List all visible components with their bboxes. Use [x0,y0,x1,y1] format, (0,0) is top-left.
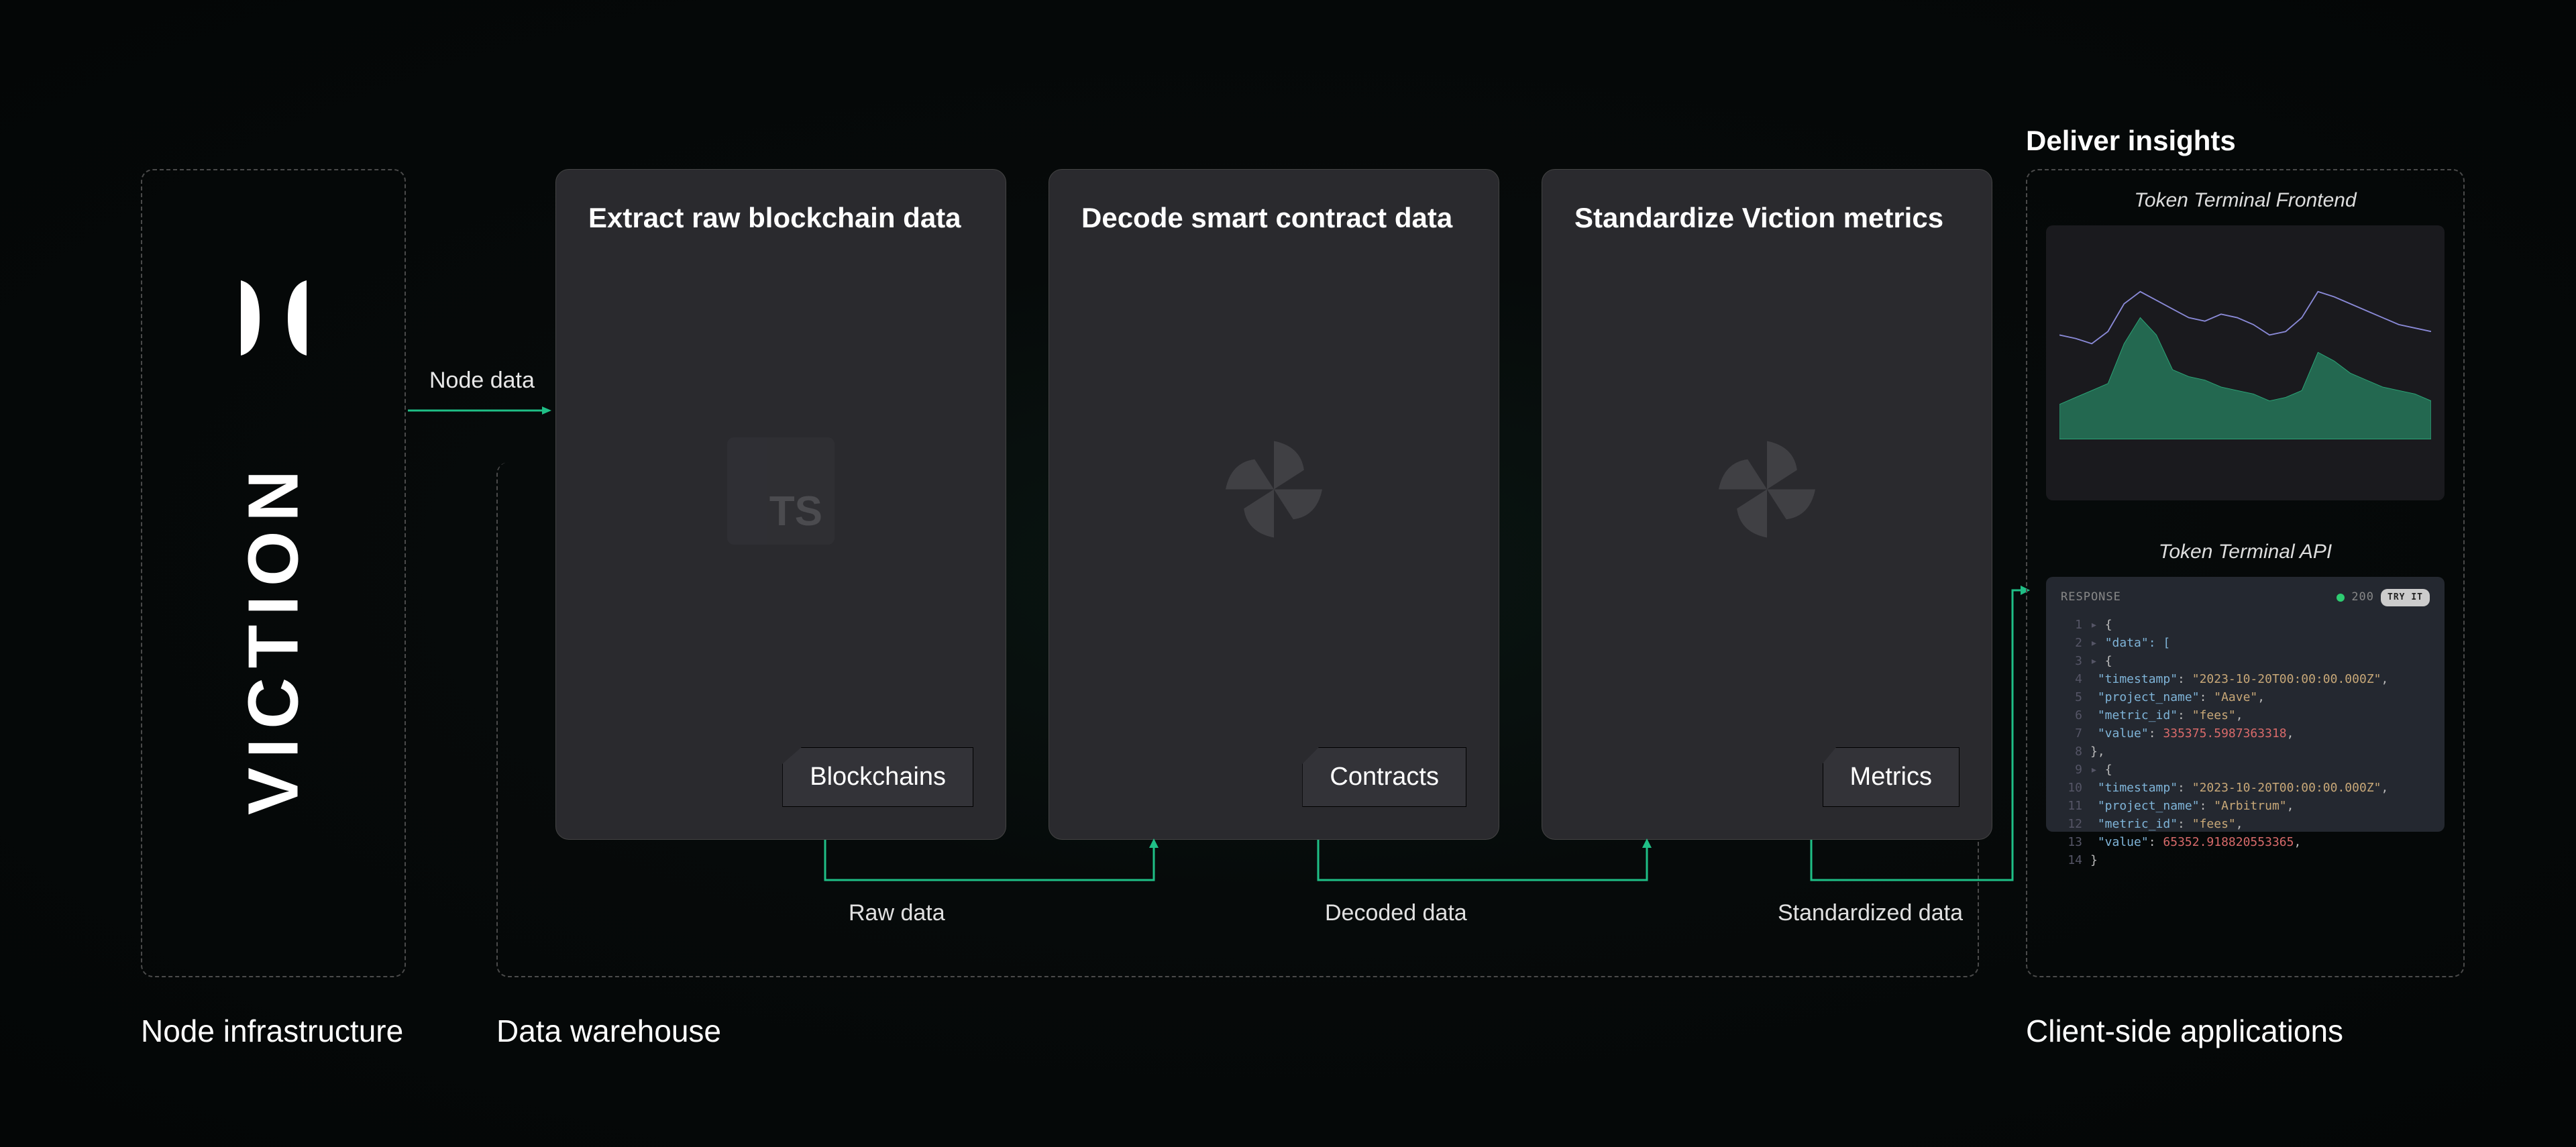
node-infrastructure-label: Node infrastructure [141,1013,403,1049]
response-label: RESPONSE [2061,589,2121,606]
flow-raw-data-label: Raw data [849,900,945,926]
typescript-icon: TS [727,437,835,545]
arrow-raw-data [818,840,1167,893]
pinwheel-icon [1220,436,1328,547]
arrow-standardized-data [1805,563,2033,885]
flow-standardized-data-label: Standardized data [1778,900,1963,926]
viction-logo-icon [227,271,321,368]
api-title: Token Terminal API [2046,541,2445,563]
client-applications-panel: Token Terminal Frontend Token Terminal A… [2026,169,2465,977]
arrow-decoded-data [1311,840,1660,893]
api-code-block: 1▸ {2▸ "data": [3▸ {4 "timestamp": "2023… [2061,616,2430,869]
brand-name: VICTION [233,461,314,815]
tag-blockchains: Blockchains [782,747,973,807]
card-extract: Extract raw blockchain data TS Blockchai… [555,169,1006,840]
tag-contracts: Contracts [1302,747,1466,807]
deliver-insights-title: Deliver insights [2026,125,2236,157]
node-data-flow-label: Node data [429,368,535,394]
node-infrastructure-panel: VICTION [141,169,406,977]
chart-thumbnail-icon [2059,266,2431,439]
frontend-preview [2046,225,2445,500]
card-decode-title: Decode smart contract data [1081,202,1466,234]
card-extract-title: Extract raw blockchain data [588,202,973,234]
frontend-title: Token Terminal Frontend [2046,189,2445,212]
card-decode: Decode smart contract data Contracts [1049,169,1499,840]
arrow-node-to-warehouse [408,406,555,408]
data-warehouse-label: Data warehouse [496,1013,721,1049]
api-preview: RESPONSE 200 TRY IT 1▸ {2▸ "data": [3▸ {… [2046,577,2445,832]
card-standardize-title: Standardize Viction metrics [1574,202,1960,234]
status-code: 200 [2351,589,2374,606]
client-applications-label: Client-side applications [2026,1013,2343,1049]
tryit-button[interactable]: TRY IT [2381,589,2430,606]
pinwheel-icon [1713,436,1821,547]
flow-decoded-data-label: Decoded data [1325,900,1467,926]
status-dot-icon [2337,594,2345,602]
